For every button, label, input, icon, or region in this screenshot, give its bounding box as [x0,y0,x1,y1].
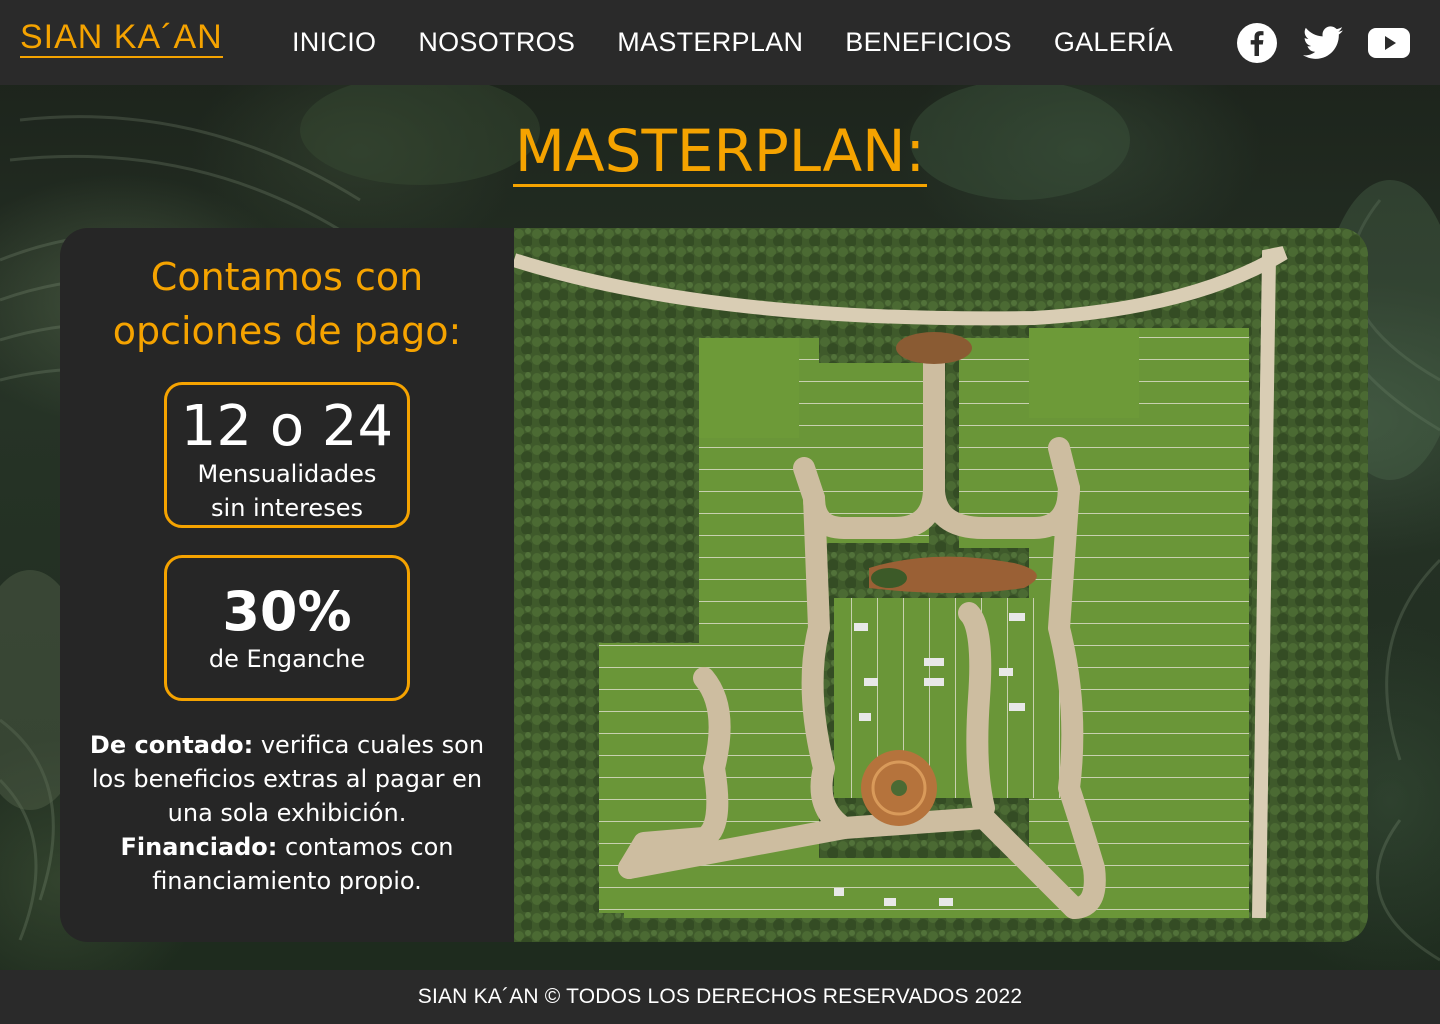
nav-item-masterplan[interactable]: MASTERPLAN [617,24,803,60]
footer-copyright: SIAN KA´AN © TODOS LOS DERECHOS RESERVAD… [417,985,1023,1008]
brand-logo[interactable]: SIAN KA´AN [20,18,223,58]
payment-heading-line2: opciones de pago: [112,309,462,353]
social-links [1236,22,1410,64]
facebook-icon[interactable] [1236,22,1278,64]
top-navbar: SIAN KA´AN INICIO NOSOTROS MASTERPLAN BE… [0,0,1440,85]
nav-item-inicio[interactable]: INICIO [292,24,376,60]
section-title-wrap: MASTERPLAN: [0,118,1440,187]
down-payment-box: 30% de Enganche [164,555,410,701]
installments-value: 12 o 24 [180,394,394,459]
twitter-icon[interactable] [1302,22,1344,64]
nav-item-galeria[interactable]: GALERÍA [1054,24,1173,60]
section-title: MASTERPLAN: [512,117,928,187]
payment-description: De contado: verifica cuales son los bene… [80,728,494,898]
payment-heading-line1: Contamos con [150,255,424,299]
cash-label: De contado: [89,731,254,759]
installments-label-2: sin intereses [211,494,363,522]
payment-heading: Contamos con opciones de pago: [60,250,514,358]
down-payment-value: 30% [222,580,352,643]
payment-panel: Contamos con opciones de pago: 12 o 24 M… [60,228,514,942]
masterplan-aerial-image [514,228,1368,942]
down-payment-label: de Enganche [208,645,366,673]
nav-item-beneficios[interactable]: BENEFICIOS [845,24,1012,60]
installments-label-1: Mensualidades [197,460,377,488]
installments-box: 12 o 24 Mensualidades sin intereses [164,382,410,528]
nav-item-nosotros[interactable]: NOSOTROS [418,24,575,60]
main-nav: INICIO NOSOTROS MASTERPLAN BENEFICIOS GA… [292,24,1173,60]
youtube-icon[interactable] [1368,22,1410,64]
financed-label: Financiado: [120,833,278,861]
masterplan-card: Contamos con opciones de pago: 12 o 24 M… [60,228,1368,942]
footer: SIAN KA´AN © TODOS LOS DERECHOS RESERVAD… [0,970,1440,1024]
